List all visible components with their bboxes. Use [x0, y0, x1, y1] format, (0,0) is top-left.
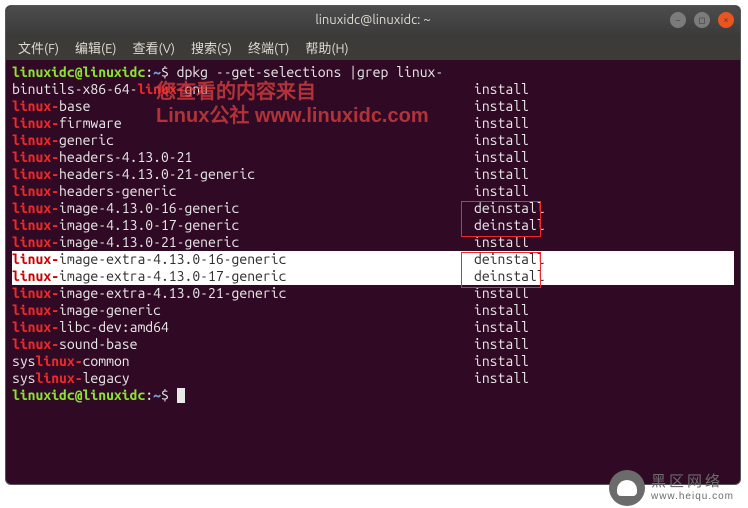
status-text: install [474, 319, 529, 336]
menu-search[interactable]: 搜索(S) [185, 36, 238, 59]
menu-view[interactable]: 查看(V) [127, 36, 181, 59]
window-title: linuxidc@linuxidc: ~ [315, 13, 430, 27]
output-row: linux-headers-4.13.0-21install [12, 149, 734, 166]
footer-domain: www.heiqu.com [651, 491, 734, 502]
titlebar: linuxidc@linuxidc: ~ − ◻ × [6, 6, 740, 34]
output-row: binutils-x86-64-linux-gnuinstall [12, 81, 734, 98]
output-row: linux-genericinstall [12, 132, 734, 149]
status-text: install [474, 183, 529, 200]
match-text: linux- [12, 183, 59, 199]
menu-terminal[interactable]: 终端(T) [242, 36, 295, 59]
output-row: linux-sound-baseinstall [12, 336, 734, 353]
status-text: deinstall [474, 251, 545, 268]
match-text: linux- [12, 115, 59, 131]
terminal-body[interactable]: linuxidc@linuxidc:~$ dpkg --get-selectio… [6, 60, 740, 408]
status-text: deinstall [474, 200, 545, 217]
output-row: linux-libc-dev:amd64install [12, 319, 734, 336]
menu-edit[interactable]: 编辑(E) [69, 36, 122, 59]
command-text: dpkg --get-selections |grep linux- [177, 64, 444, 80]
window-controls: − ◻ × [670, 12, 734, 28]
status-text: install [474, 370, 529, 387]
match-text: linux- [12, 217, 59, 233]
match-text: linux- [137, 81, 184, 97]
terminal-window: linuxidc@linuxidc: ~ − ◻ × 文件(F) 编辑(E) 查… [5, 5, 741, 485]
output-row: syslinux-commoninstall [12, 353, 734, 370]
match-text: linux- [12, 319, 59, 335]
status-text: deinstall [474, 217, 545, 234]
footer-watermark: 黑区网络 www.heiqu.com [609, 470, 734, 506]
match-text: linux- [12, 302, 59, 318]
output-row: linux-image-extra-4.13.0-17-genericdeins… [12, 268, 734, 285]
prompt-userhost: linuxidc@linuxidc [12, 64, 145, 80]
minimize-button[interactable]: − [670, 12, 686, 28]
output-row: syslinux-legacyinstall [12, 370, 734, 387]
status-text: install [474, 302, 529, 319]
status-text: install [474, 149, 529, 166]
menubar: 文件(F) 编辑(E) 查看(V) 搜索(S) 终端(T) 帮助(H) [6, 34, 740, 60]
prompt-userhost: linuxidc@linuxidc [12, 387, 145, 403]
menu-file[interactable]: 文件(F) [12, 36, 65, 59]
status-text: install [474, 285, 529, 302]
close-button[interactable]: × [718, 12, 734, 28]
status-text: install [474, 81, 529, 98]
status-text: install [474, 132, 529, 149]
match-text: linux- [12, 200, 59, 216]
match-text: linux- [12, 251, 59, 267]
footer-name: 黑区网络 [651, 474, 734, 491]
output-row: linux-image-extra-4.13.0-21-genericinsta… [12, 285, 734, 302]
output-row: linux-headers-4.13.0-21-genericinstall [12, 166, 734, 183]
cursor [177, 388, 185, 403]
command-line: linuxidc@linuxidc:~$ dpkg --get-selectio… [12, 64, 734, 81]
match-text: linux- [12, 98, 59, 114]
match-text: linux- [12, 336, 59, 352]
prompt-path: ~ [153, 387, 161, 403]
footer-logo-icon [609, 470, 645, 506]
status-text: install [474, 98, 529, 115]
match-text: linux- [12, 149, 59, 165]
output-row: linux-headers-genericinstall [12, 183, 734, 200]
status-text: install [474, 115, 529, 132]
prompt-line: linuxidc@linuxidc:~$ [12, 387, 734, 404]
match-text: linux- [36, 370, 83, 386]
menu-help[interactable]: 帮助(H) [299, 36, 354, 59]
match-text: linux- [12, 268, 59, 284]
maximize-button[interactable]: ◻ [694, 12, 710, 28]
prompt-path: ~ [153, 64, 161, 80]
status-text: deinstall [474, 268, 545, 285]
match-text: linux- [36, 353, 83, 369]
output-row: linux-image-4.13.0-17-genericdeinstall [12, 217, 734, 234]
output-row: linux-firmwareinstall [12, 115, 734, 132]
output-row: linux-image-4.13.0-16-genericdeinstall [12, 200, 734, 217]
output-row: linux-baseinstall [12, 98, 734, 115]
output-row: linux-image-extra-4.13.0-16-genericdeins… [12, 251, 734, 268]
status-text: install [474, 336, 529, 353]
match-text: linux- [12, 285, 59, 301]
status-text: install [474, 234, 529, 251]
match-text: linux- [12, 132, 59, 148]
status-text: install [474, 353, 529, 370]
status-text: install [474, 166, 529, 183]
output-row: linux-image-4.13.0-21-genericinstall [12, 234, 734, 251]
match-text: linux- [12, 166, 59, 182]
output-row: linux-image-genericinstall [12, 302, 734, 319]
match-text: linux- [12, 234, 59, 250]
